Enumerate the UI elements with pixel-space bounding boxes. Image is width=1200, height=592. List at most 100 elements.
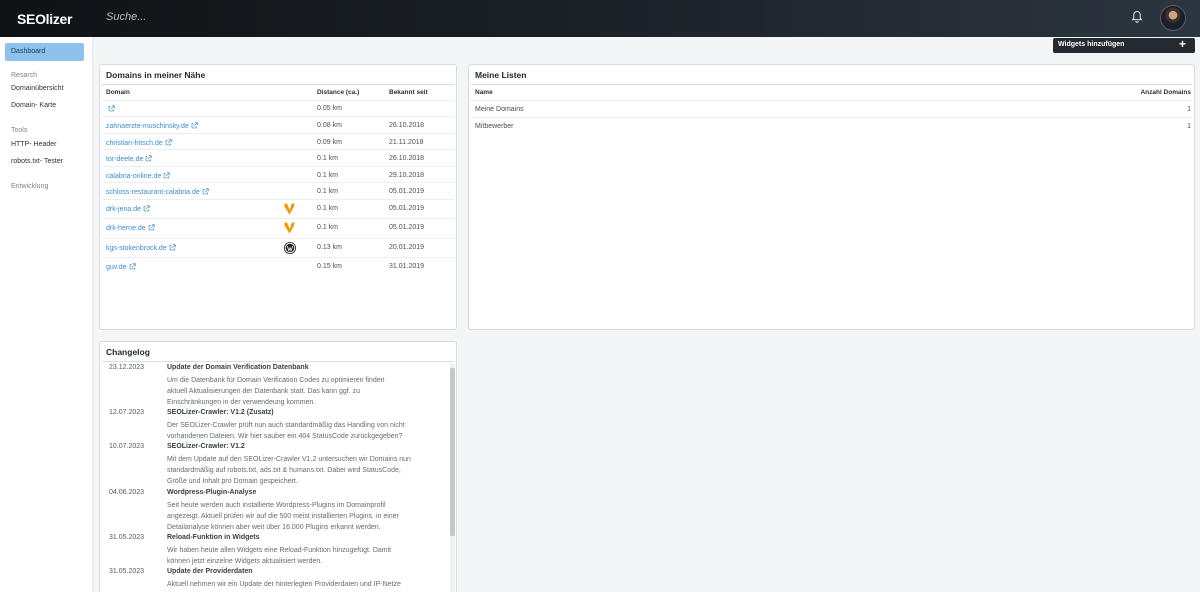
external-link-icon [169,244,176,251]
changelog-entry-title: Reload-Funktion in Widgets [167,534,260,541]
domain-link[interactable]: christian-fritsch.de [106,139,172,147]
list-count: 1 [1187,106,1191,113]
changelog-body-line: Der SEOLizer-Crawler prüft nun auch stan… [167,422,405,429]
bell-icon[interactable] [1131,10,1143,24]
typo3-icon [284,203,295,215]
sidebar-item-domainuebersicht[interactable]: Domainübersicht [11,85,64,92]
changelog-body-line: Seit heute werden auch installierte Word… [167,502,386,509]
known-since-value: 05.01.2019 [389,188,425,195]
changelog-entry-body: Aktuell nehmen wir ein Update der hinter… [167,579,447,590]
sidebar-item-dashboard[interactable]: Dashboard [5,43,84,61]
changelog-body-line: Um die Datenbank für Domain Verification… [167,377,385,384]
distance-value: 0.1 km [317,205,339,212]
domain-link[interactable]: zahnaerzte-muschinsky.de [106,122,198,130]
changelog-body-line: Größe und Inhalt pro Domain gespeichert. [167,478,298,486]
col-header-name: Name [475,89,493,96]
add-widgets-button[interactable]: Widgets hinzufügen + [1053,38,1195,53]
changelog-entry-body: Seit heute werden auch installierte Word… [167,500,447,534]
changelog-entry-body: Wir haben heute allen Widgets eine Reloa… [167,545,447,567]
add-widgets-label: Widgets hinzufügen [1058,41,1125,48]
my-lists-widget: Meine Listen Name Anzahl Domains Meine D… [468,64,1195,330]
sidebar: Dashboard Resarch Domainübersicht Domain… [0,37,93,592]
domain-link[interactable] [106,105,115,113]
divider [102,116,454,117]
typo3-icon [284,222,295,234]
sidebar-section-tools: Tools [11,127,28,134]
top-bar: SEOlizer [0,0,1200,37]
changelog-widget: Changelog 23.12.2023 Update der Domain Ve… [99,341,457,592]
changelog-date: 04.06.2023 [109,489,145,496]
divider [102,199,454,200]
domain-link[interactable]: schloss-restaurant-calabria.de [106,188,209,196]
sidebar-section-entwicklung[interactable]: Entwicklung [11,183,48,190]
sidebar-item-domain-karte[interactable]: Domain- Karte [11,102,56,109]
external-link-icon [165,139,172,146]
divider [102,100,454,101]
sidebar-section-research: Resarch [11,72,38,79]
search-input[interactable] [106,11,406,23]
changelog-date: 12.07.2023 [109,409,145,416]
nearby-domains-widget: Domains in meiner Nähe Domain Distance (… [99,64,457,330]
divider [102,84,454,85]
domain-link[interactable]: guv.de [106,263,136,271]
changelog-entry-body: Um die Datenbank für Domain Verification… [167,375,447,409]
sidebar-item-http-header[interactable]: HTTP- Header [11,141,57,148]
known-since-value: 29.10.2018 [389,172,425,179]
changelog-entry-body: Der SEOLizer-Crawler prüft nun auch stan… [167,420,447,442]
external-link-icon [143,205,150,212]
divider [102,166,454,167]
known-since-value: 26.10.2018 [389,155,425,162]
distance-value: 0.05 km [317,105,342,112]
logo[interactable]: SEOlizer [17,11,72,27]
changelog-body-line: Detailanalyse können aber weit über 16.0… [167,524,381,532]
col-header-domain: Domain [106,89,130,96]
changelog-date: 31.05.2023 [109,568,145,575]
divider [102,149,454,150]
divider [471,117,1192,118]
changelog-body-line: standardmäßig auf robots.txt, ads.txt & … [167,467,401,475]
domain-link[interactable]: drk-herne.de [106,224,155,232]
changelog-date: 23.12.2023 [109,364,145,371]
divider [471,84,1192,85]
wordpress-icon [284,242,296,254]
sidebar-item-robots-tester[interactable]: robots.txt- Tester [11,158,63,165]
avatar[interactable] [1160,5,1186,31]
my-lists-title: Meine Listen [475,70,527,80]
external-link-icon [202,188,209,195]
domain-link[interactable]: drk-jena.de [106,205,150,213]
divider [102,238,454,239]
distance-value: 0.1 km [317,155,339,162]
domain-link[interactable]: kgs-stukenbrock.de [106,244,176,252]
changelog-entry-title: Update der Providerdaten [167,568,253,575]
domain-link[interactable]: tor-deele.de [106,155,153,163]
changelog-title: Changelog [106,347,150,357]
divider [102,218,454,219]
known-since-value: 26.10.2018 [389,122,425,129]
list-count: 1 [1187,123,1191,130]
col-header-since: Bekannt seit [389,89,428,96]
known-since-value: 05.01.2019 [389,224,425,231]
known-since-value: 20.01.2019 [389,244,425,251]
external-link-icon [146,155,153,162]
distance-value: 0.09 km [317,139,342,146]
external-link-icon [129,263,136,270]
distance-value: 0.15 km [317,263,342,270]
changelog-date: 10.07.2023 [109,443,145,450]
domain-link[interactable]: calabria-online.de [106,172,170,180]
distance-value: 0.1 km [317,224,339,231]
scrollbar-thumb[interactable] [450,368,455,536]
external-link-icon [108,105,115,112]
known-since-value: 21.11.2018 [389,139,424,146]
divider [471,100,1192,101]
changelog-body-line: können jetzt einzelne Widgets aktualisie… [167,558,323,566]
col-header-distance: Distance (ca.) [317,89,360,96]
col-header-count: Anzahl Domains [1140,89,1191,96]
changelog-entry-title: SEOLizer-Crawler: V1.2 [167,443,245,450]
nearby-domains-title: Domains in meiner Nähe [106,70,206,80]
changelog-date: 31.05.2023 [109,534,145,541]
known-since-value: 31.01.2019 [389,263,425,270]
list-name-meine-domains[interactable]: Meine Domains [475,106,524,113]
list-name-mitbewerber[interactable]: Mitbewerber [475,123,514,130]
changelog-body-line: Mit dem Update auf den SEOLizer-Crawler … [167,456,411,463]
divider [102,361,454,362]
